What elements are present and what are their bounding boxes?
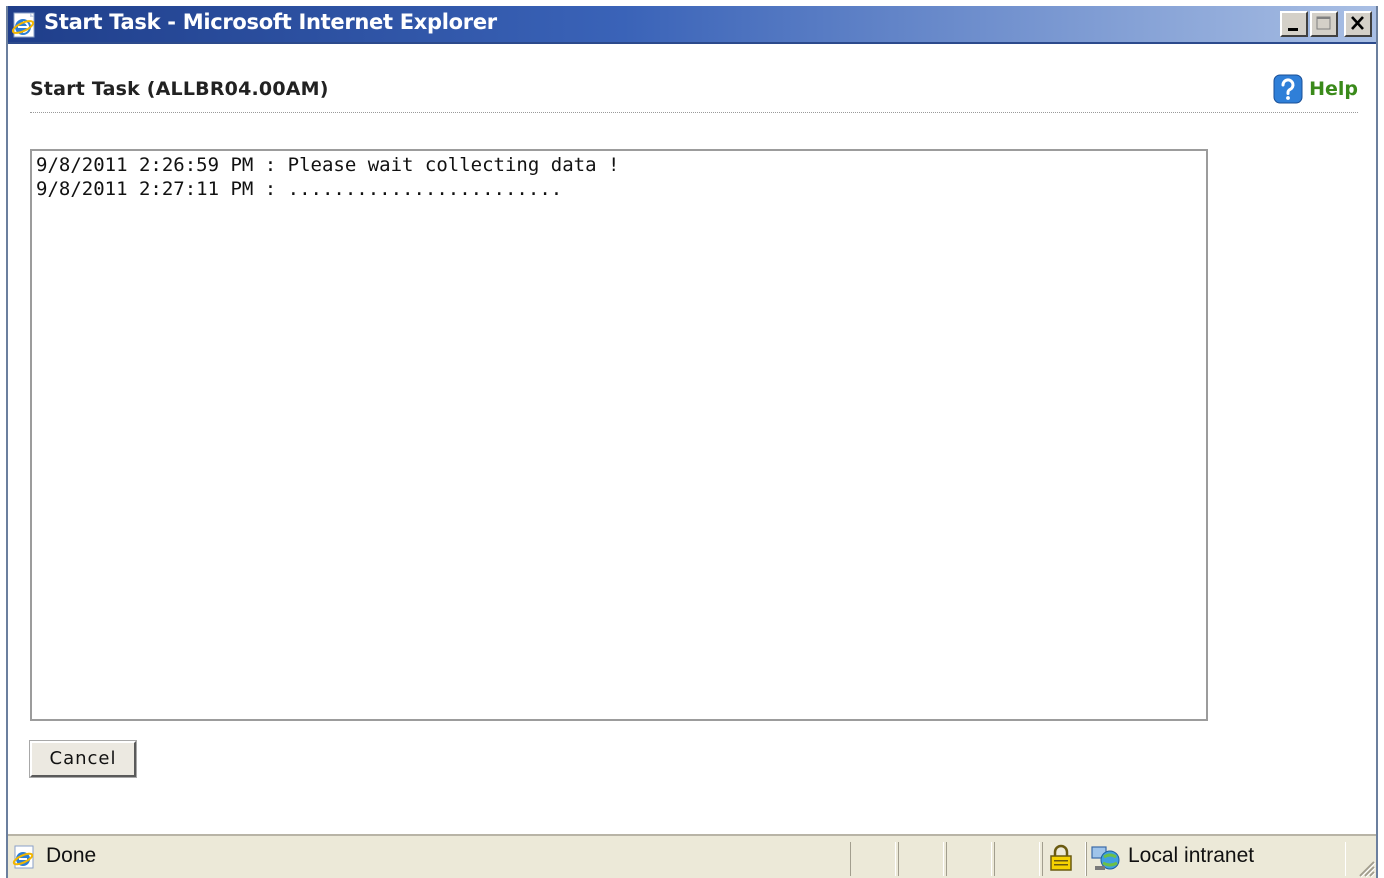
maximize-button[interactable] bbox=[1310, 11, 1338, 37]
status-pane bbox=[850, 842, 896, 876]
close-icon bbox=[1351, 16, 1364, 30]
task-log-textarea[interactable]: 9/8/2011 2:26:59 PM : Please wait collec… bbox=[30, 149, 1208, 721]
window-title: Start Task - Microsoft Internet Explorer bbox=[44, 10, 497, 34]
zone-text: Local intranet bbox=[1128, 844, 1255, 867]
status-pane bbox=[994, 842, 1040, 876]
help-link[interactable]: Help bbox=[1273, 72, 1358, 106]
internet-explorer-icon bbox=[11, 12, 35, 38]
minimize-button[interactable] bbox=[1280, 11, 1308, 37]
ie-page-icon bbox=[12, 845, 34, 869]
title-bar[interactable]: Start Task - Microsoft Internet Explorer bbox=[8, 6, 1376, 44]
resize-grip-icon[interactable] bbox=[1354, 856, 1376, 878]
minimize-icon bbox=[1288, 28, 1298, 31]
status-pane bbox=[946, 842, 992, 876]
close-button[interactable] bbox=[1344, 11, 1372, 37]
lock-icon bbox=[1050, 844, 1072, 871]
page-title: Start Task (ALLBR04.00AM) bbox=[30, 78, 329, 100]
local-intranet-icon bbox=[1091, 846, 1120, 870]
page-header: Start Task (ALLBR04.00AM) Help bbox=[30, 72, 1358, 113]
log-line: 9/8/2011 2:27:11 PM : ..................… bbox=[36, 178, 563, 200]
status-pane bbox=[898, 842, 944, 876]
status-bar: Done Local intranet bbox=[8, 834, 1376, 878]
browser-window: Start Task - Microsoft Internet Explorer… bbox=[6, 6, 1378, 878]
cancel-button[interactable]: Cancel bbox=[30, 741, 136, 777]
help-icon bbox=[1273, 74, 1303, 104]
maximize-icon bbox=[1316, 16, 1331, 30]
log-line: 9/8/2011 2:26:59 PM : Please wait collec… bbox=[36, 154, 620, 176]
help-label: Help bbox=[1309, 78, 1358, 100]
status-text: Done bbox=[46, 844, 97, 867]
